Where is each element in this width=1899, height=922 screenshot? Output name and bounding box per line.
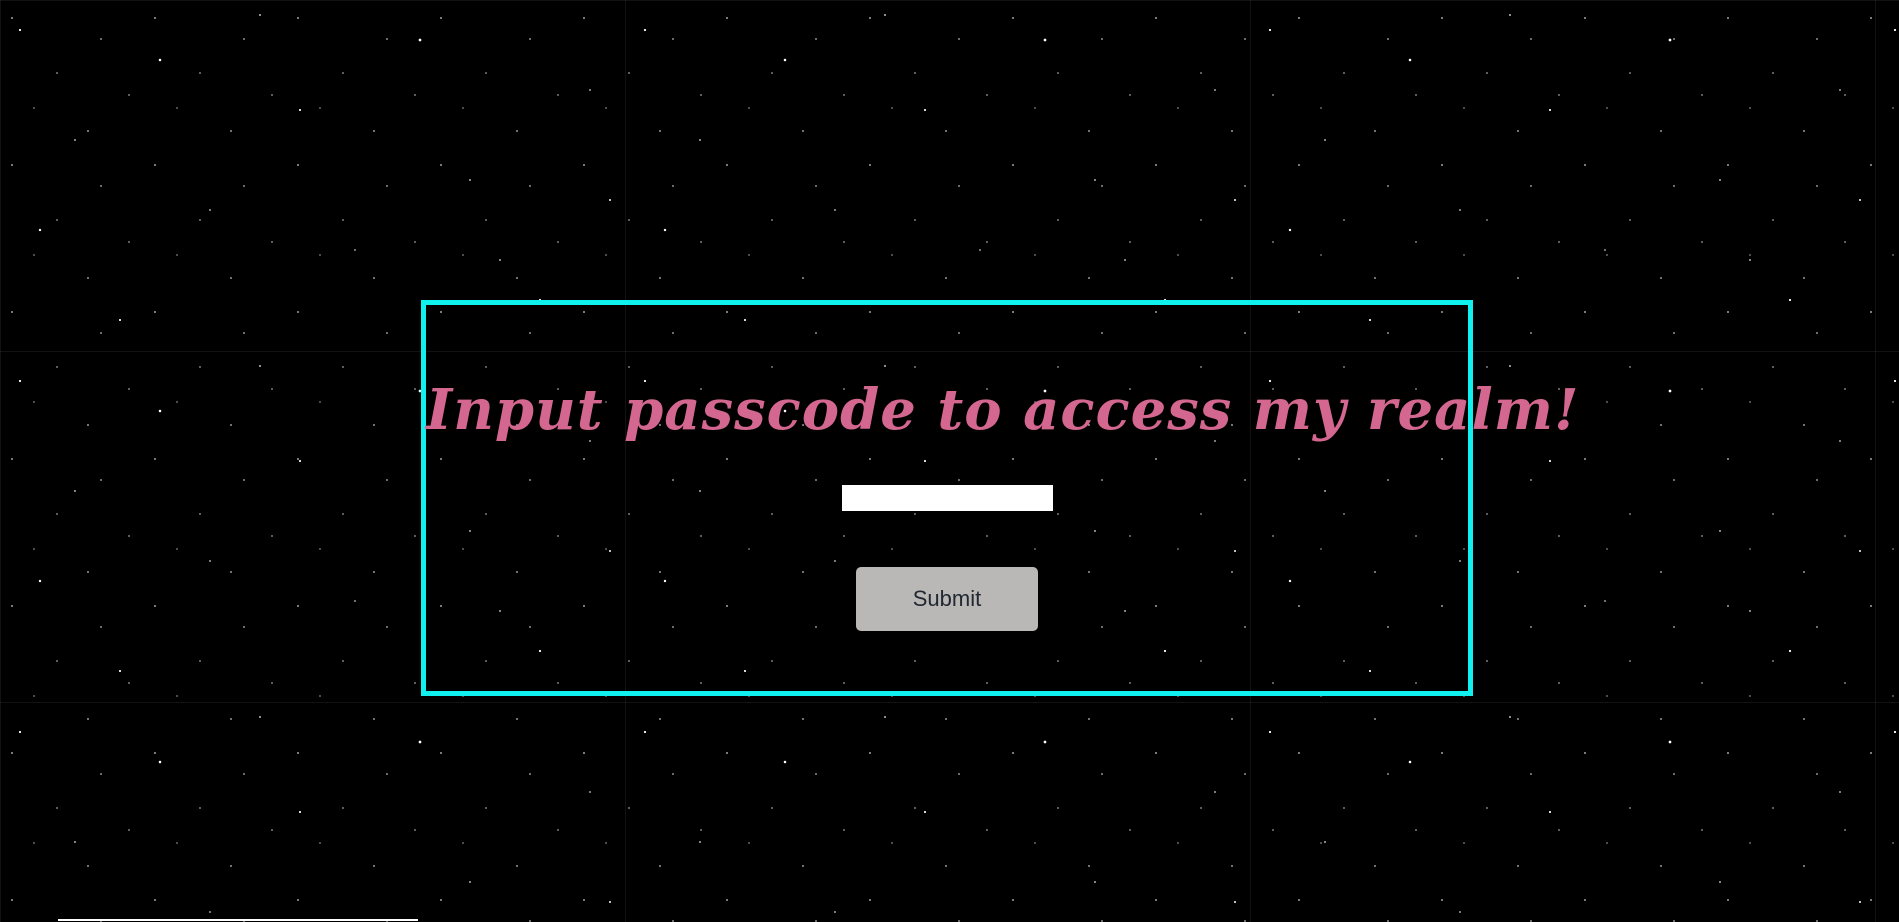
passcode-panel: Input passcode to access my realm! Submi… bbox=[421, 300, 1580, 696]
passcode-input[interactable] bbox=[842, 485, 1053, 511]
submit-button[interactable]: Submit bbox=[856, 567, 1038, 631]
passcode-heading: Input passcode to access my realm! bbox=[426, 377, 1580, 443]
bottom-edge-line bbox=[58, 919, 418, 921]
